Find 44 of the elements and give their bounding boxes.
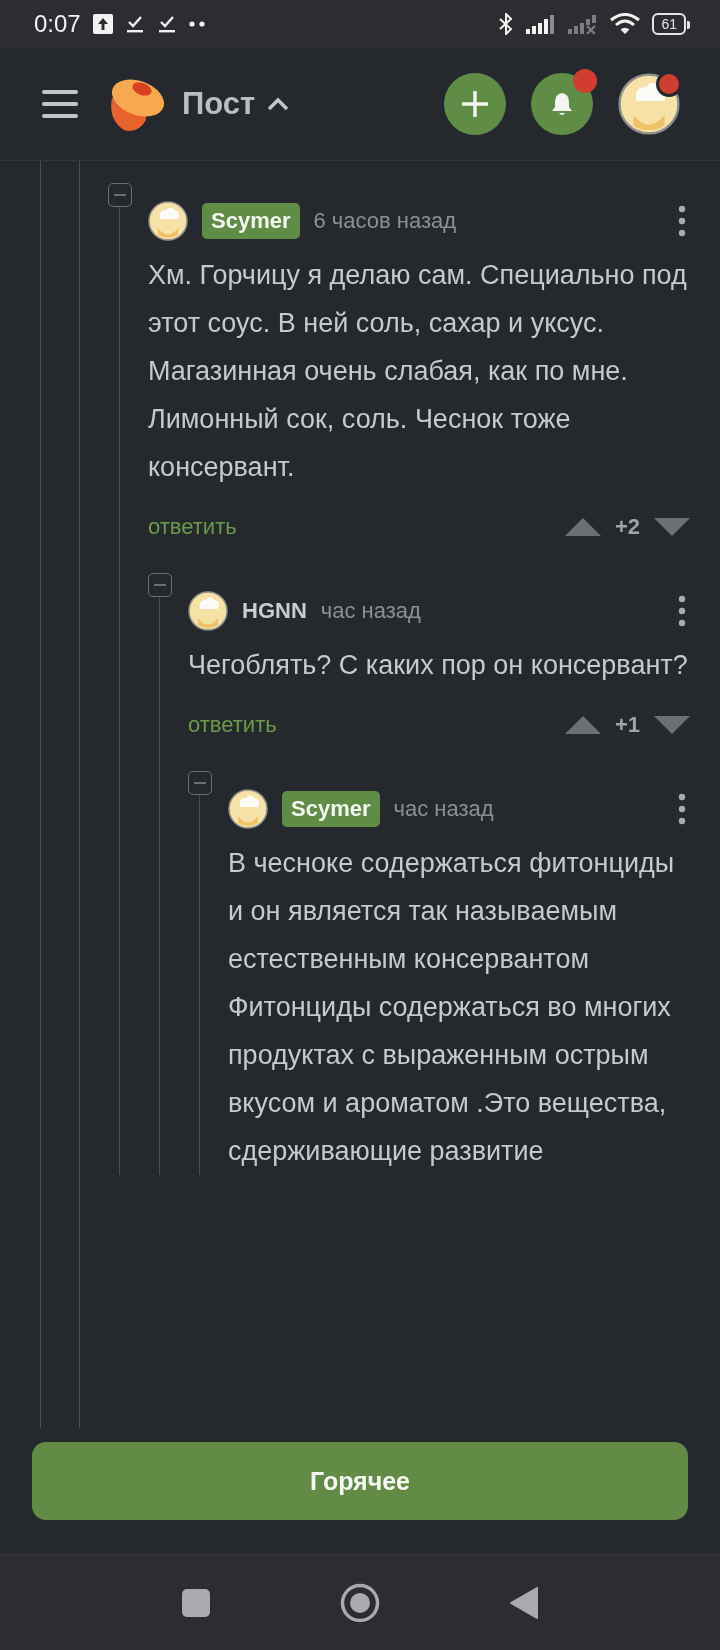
upvote-icon[interactable] [564,518,601,536]
status-time: 0:07 [34,10,81,38]
back-icon[interactable] [510,1586,538,1619]
comment-time: час назад [320,598,422,624]
comment-text: Хм. Горчицу я делаю сам. Специально под этот соус. В ней соль, сахар и уксус. Магазинная очень слабая, как по мне. Лимонный сок, соль. Чеснок тоже консервант. [148,259,688,484]
menu-icon[interactable] [42,89,78,119]
avatar[interactable] [148,201,188,241]
download-done-icon [124,14,145,34]
downvote-icon[interactable] [654,716,690,734]
comment-time: 6 часов назад [313,208,458,234]
avatar[interactable] [188,591,228,631]
page-title[interactable]: Пост [182,86,256,122]
upvote-icon[interactable] [564,716,601,734]
comment-text: Чегоблять? С каких пор он консервант? [188,649,689,682]
author-name[interactable]: Scymer [202,203,300,239]
download-done-icon [156,14,177,34]
home-icon[interactable] [340,1582,380,1623]
comment-time: час назад [393,796,495,822]
signal-icon [526,14,557,34]
author-name[interactable]: Scymer [282,791,380,827]
bell-icon [551,92,573,116]
collapse-button[interactable] [108,183,132,207]
reply-link[interactable]: ответить [148,514,551,540]
no-signal-icon [568,14,599,34]
reply-link[interactable]: ответить [188,712,551,738]
collapse-button[interactable] [188,771,212,795]
comment-text: В чесноке содержаться фитонциды и он является так называемым естественным консервантом Фитонциды содержаться во многих продуктах с выраженным острым вкусом и ароматом .Это вещества, сдерживающие развитие [228,847,676,1168]
chevron-up-icon[interactable] [267,97,290,111]
upload-icon [92,14,113,34]
avatar[interactable] [228,789,268,829]
bluetooth-icon [498,13,515,35]
score: +1 [614,712,640,738]
more-icon[interactable] [678,595,686,627]
collapse-button[interactable] [148,573,172,597]
recent-apps-icon[interactable] [182,1588,210,1617]
downvote-icon[interactable] [654,518,690,536]
wifi-icon [610,13,641,35]
more-icon[interactable] [678,793,686,825]
score: +2 [614,514,640,540]
author-name[interactable]: HGNN [242,598,307,624]
more-icon[interactable] [678,205,686,237]
plus-icon [462,91,488,117]
more-notifications-icon [188,21,205,27]
hot-button[interactable]: Горячее [32,1442,688,1520]
